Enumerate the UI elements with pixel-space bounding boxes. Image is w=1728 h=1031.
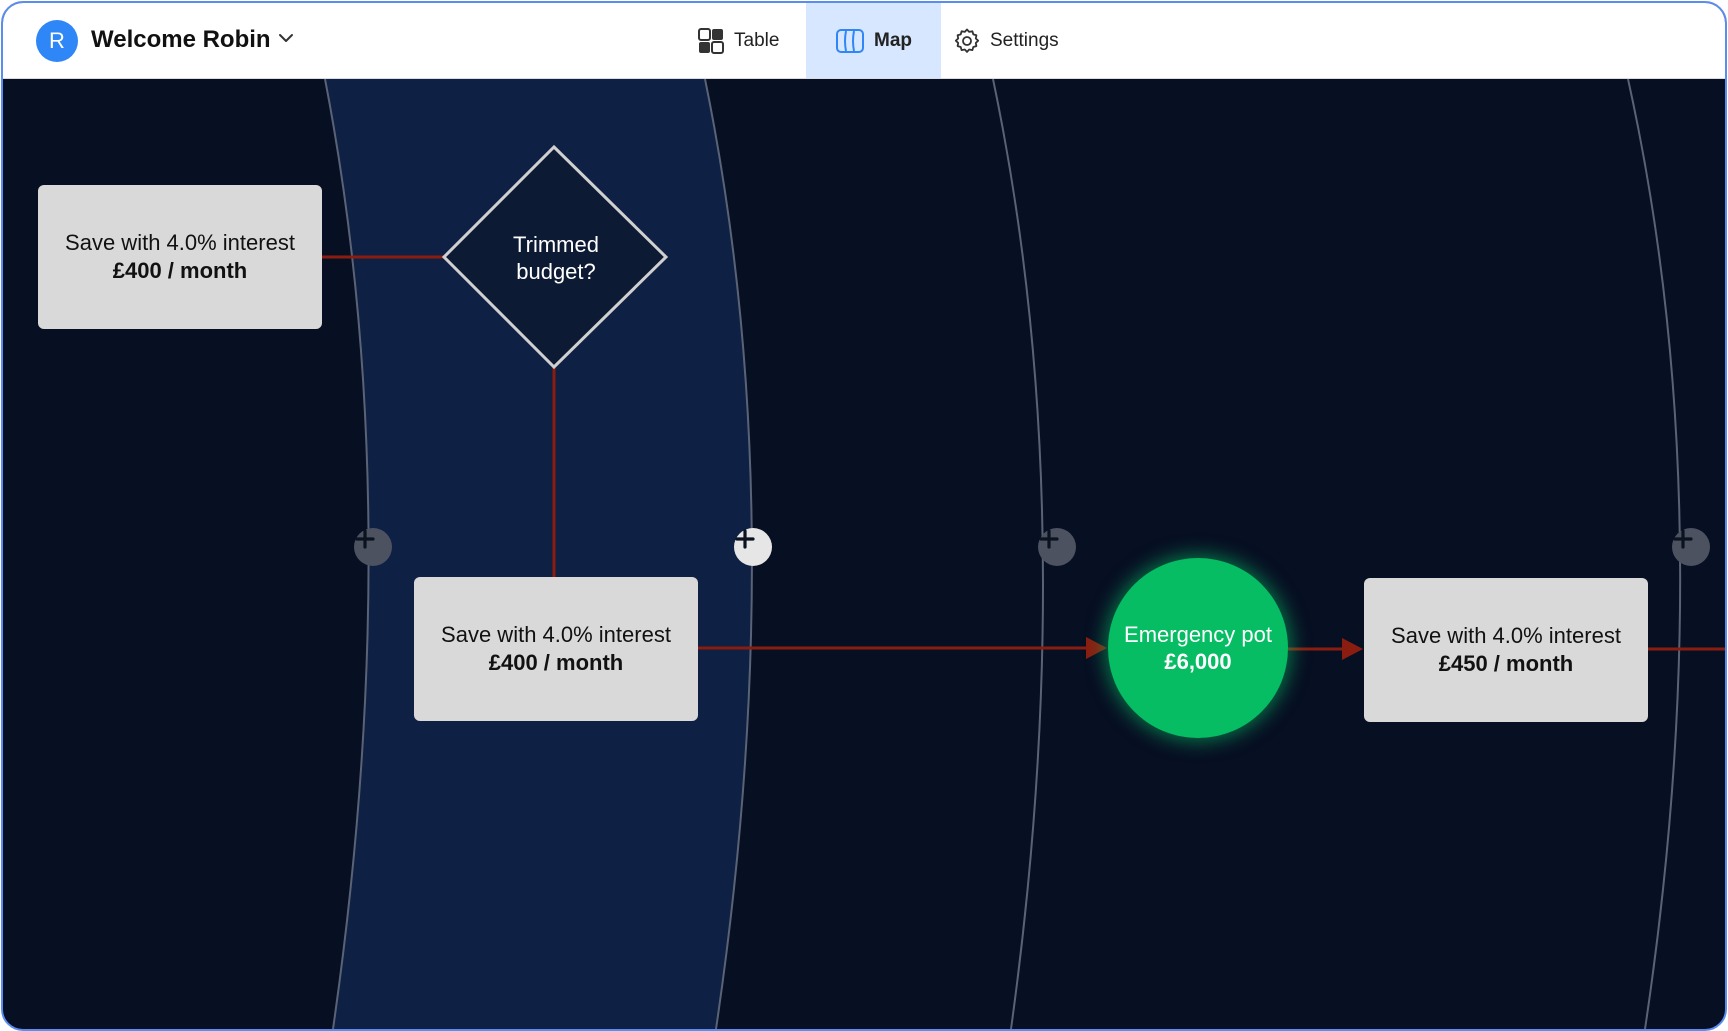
plus-icon — [1039, 529, 1059, 549]
map-canvas[interactable]: Save with 4.0% interest £400 / month Tri… — [3, 79, 1725, 1029]
table-grid-icon — [698, 27, 724, 54]
node-title: Save with 4.0% interest — [1391, 623, 1621, 648]
add-step-button[interactable] — [354, 528, 392, 566]
tab-table[interactable]: Table — [697, 3, 807, 78]
decision-label: Trimmed budget? — [476, 231, 636, 285]
node-amount: £400 / month — [112, 258, 248, 283]
decision-label-line: Trimmed — [513, 232, 599, 257]
map-icon — [836, 28, 864, 53]
lane-boundary — [992, 79, 1044, 1029]
tab-table-label: Table — [734, 29, 780, 51]
node-title: Save with 4.0% interest — [441, 622, 671, 647]
savings-node[interactable]: Save with 4.0% interest £400 / month — [414, 577, 698, 721]
plus-icon — [1673, 529, 1693, 549]
lane-boundary — [1627, 79, 1682, 1029]
goal-title: Emergency pot — [1124, 622, 1272, 647]
node-amount: £450 / month — [1438, 651, 1574, 676]
arrow-head — [1342, 638, 1363, 660]
tab-settings-label: Settings — [990, 29, 1059, 51]
app-window: R Welcome Robin Table Map Settings Save … — [1, 1, 1727, 1031]
avatar[interactable]: R — [36, 20, 78, 62]
add-step-button[interactable] — [1672, 528, 1710, 566]
decision-label-line: budget? — [516, 259, 596, 284]
add-step-button[interactable] — [734, 528, 772, 566]
plus-icon — [355, 529, 375, 549]
welcome-title[interactable]: Welcome Robin — [91, 25, 271, 55]
tab-settings[interactable]: Settings — [953, 3, 1073, 78]
savings-node[interactable]: Save with 4.0% interest £400 / month — [38, 185, 322, 329]
tab-map[interactable]: Map — [806, 3, 941, 78]
chevron-down-icon[interactable] — [278, 32, 294, 44]
arrow-head — [1086, 637, 1107, 659]
plus-icon — [735, 529, 755, 549]
node-amount: £400 / month — [488, 650, 624, 675]
top-bar: R Welcome Robin Table Map Settings — [3, 3, 1725, 79]
add-step-button[interactable] — [1038, 528, 1076, 566]
goal-amount: £6,000 — [1164, 649, 1232, 674]
node-title: Save with 4.0% interest — [65, 230, 295, 255]
tab-map-label: Map — [874, 29, 912, 51]
goal-node[interactable]: Emergency pot £6,000 — [1108, 558, 1288, 738]
gear-icon — [954, 28, 980, 53]
savings-node[interactable]: Save with 4.0% interest £450 / month — [1364, 578, 1648, 722]
